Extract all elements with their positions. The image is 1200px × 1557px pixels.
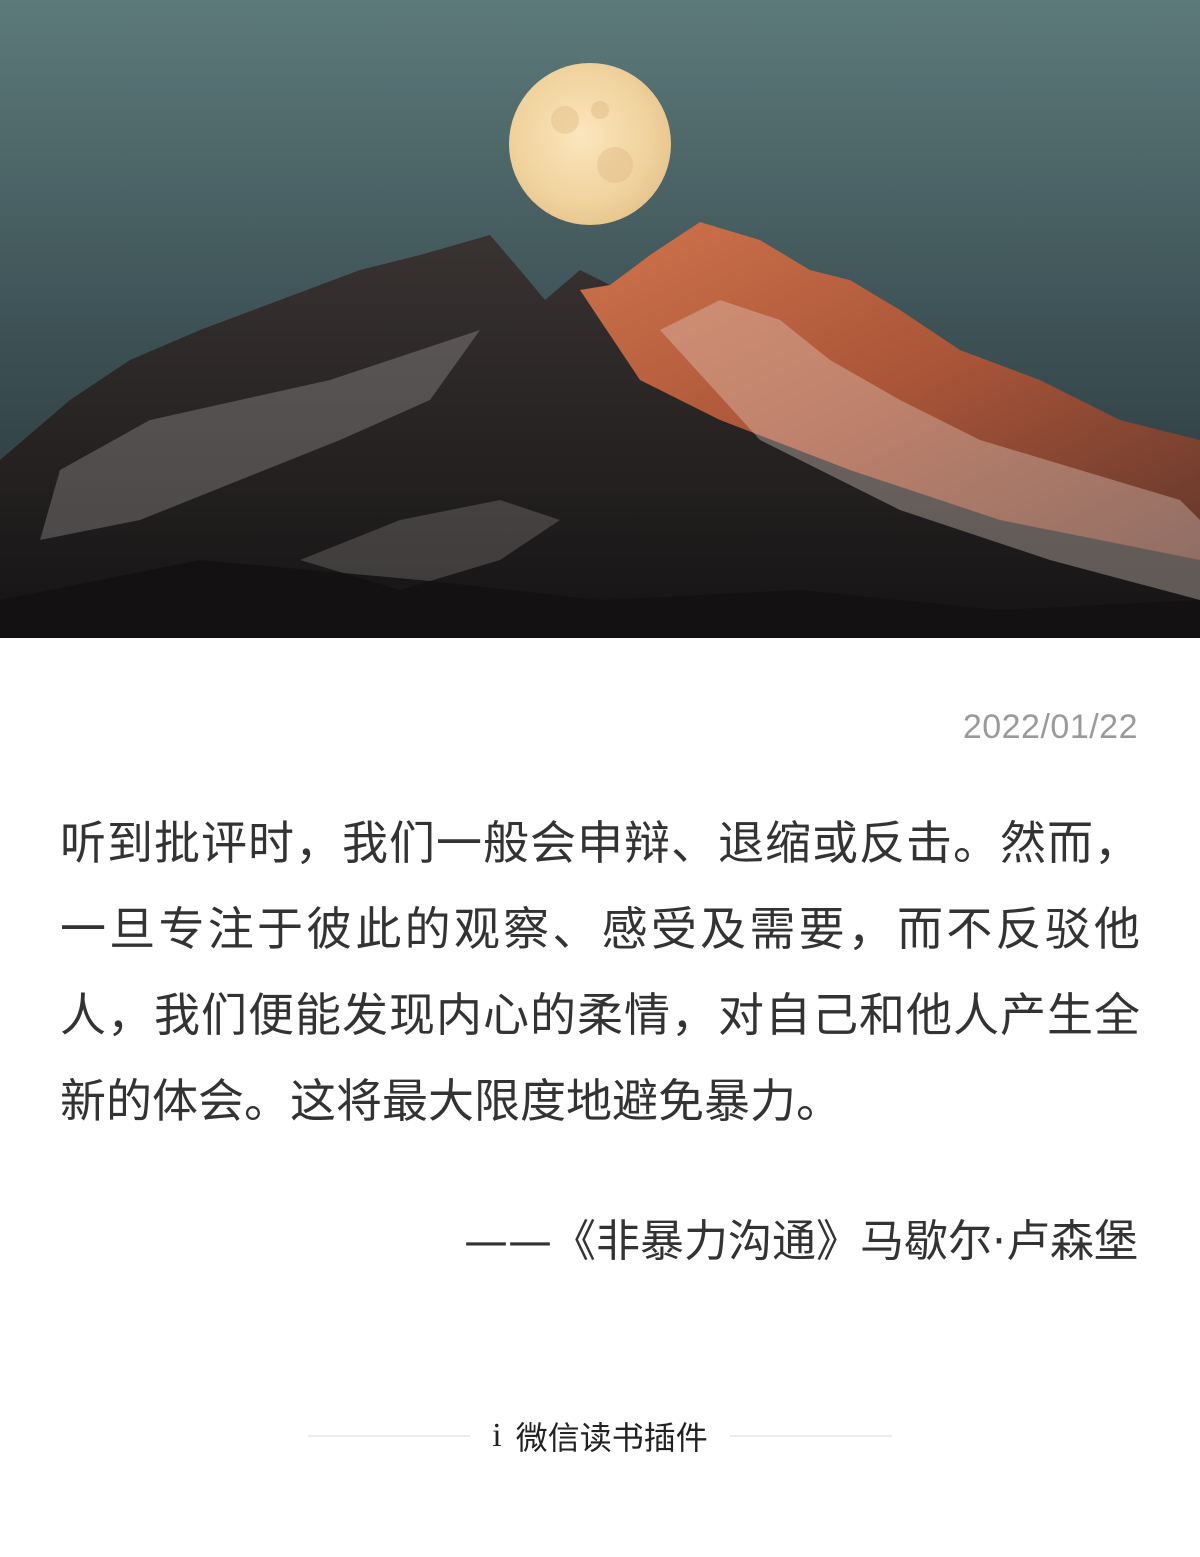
footer-divider-left	[308, 1435, 471, 1437]
hero-photo	[0, 0, 1200, 638]
quote-text: 听到批评时，我们一般会申辩、退缩或反击。然而，一旦专注于彼此的观察、感受及需要，…	[60, 816, 1140, 1128]
moon-mountain-illustration	[0, 0, 1200, 638]
footer-brand-label: 微信读书插件	[515, 1419, 708, 1457]
footer: i 微信读书插件	[0, 1410, 1200, 1462]
info-icon: i	[492, 1417, 502, 1454]
moon	[509, 63, 671, 225]
quote-attribution: ——《非暴力沟通》马歇尔·卢森堡	[464, 1216, 1138, 1267]
footer-brand: i 微信读书插件	[492, 1413, 707, 1459]
footer-divider-right	[729, 1435, 892, 1437]
date-label: 2022/01/22	[962, 708, 1138, 746]
